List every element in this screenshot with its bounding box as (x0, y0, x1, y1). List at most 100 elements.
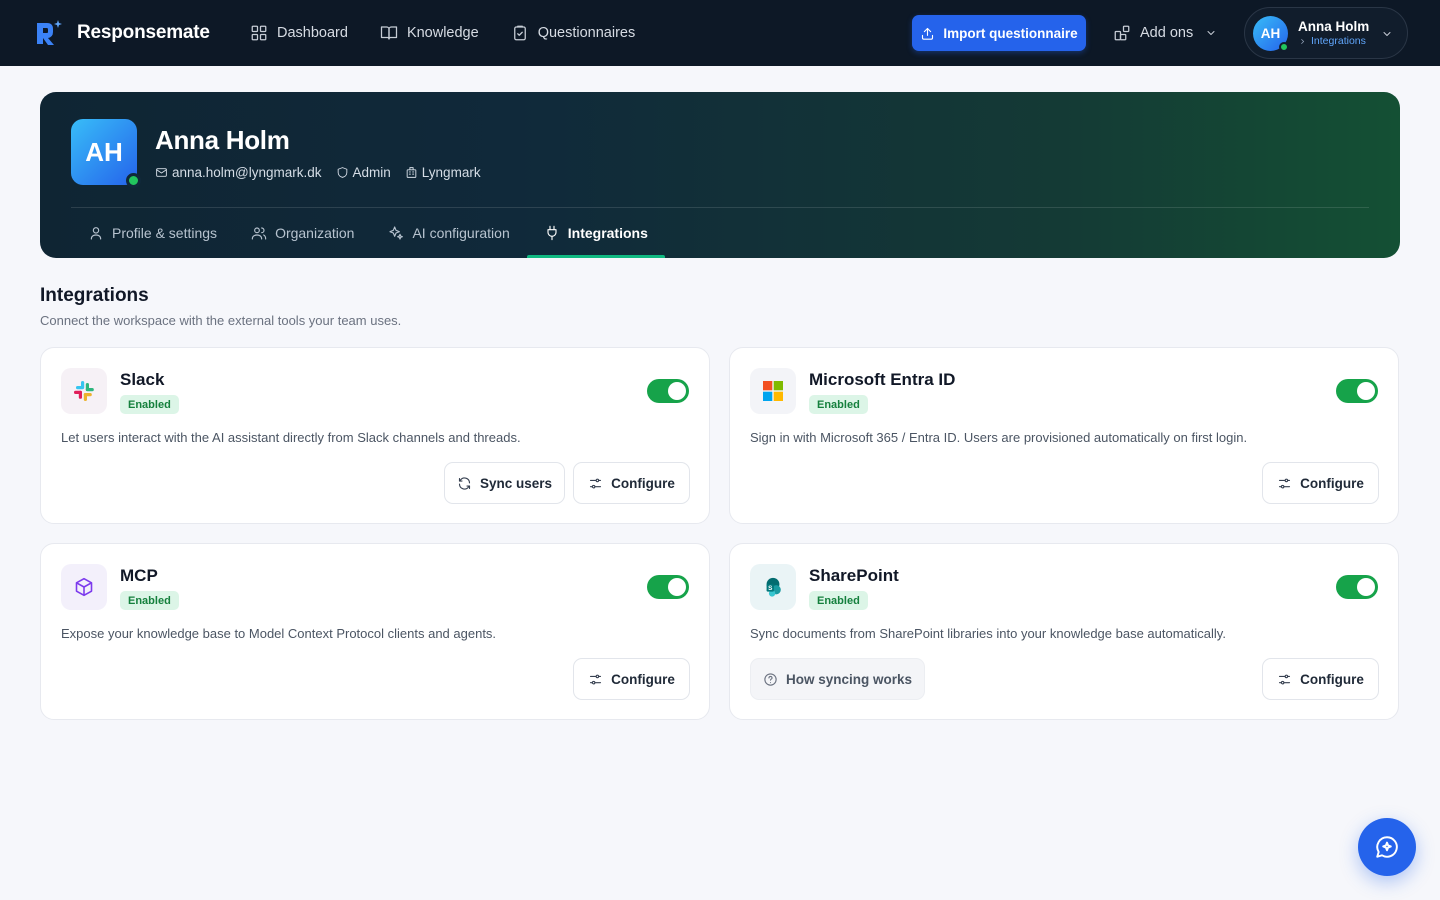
slack-icon (74, 381, 94, 401)
avatar-initials: AH (1260, 25, 1281, 41)
configure-button[interactable]: Configure (1262, 462, 1379, 504)
grid-icon (251, 25, 267, 41)
plug-icon (547, 225, 557, 241)
app-name: Responsemate (77, 22, 210, 43)
tab-integrations[interactable]: Integrations (526, 208, 666, 258)
integration-name: SharePoint (809, 566, 899, 585)
integration-name: Slack (120, 370, 165, 389)
user-meta: Anna Holm Integrations (1298, 19, 1369, 48)
mail-icon (156, 168, 167, 177)
nav-questionnaires[interactable]: Questionnaires (511, 24, 636, 42)
user-icon (90, 227, 102, 240)
button-label: Configure (1300, 475, 1364, 491)
toggle-knob (1357, 382, 1375, 400)
tab-organization[interactable]: Organization (234, 208, 371, 258)
online-status-dot (126, 173, 141, 188)
import-questionnaire-button[interactable]: Import questionnaire (912, 15, 1086, 51)
button-label: Sync users (479, 475, 553, 491)
top-navigation-bar: Responsemate Dashboard Knowledge Questio… (0, 0, 1440, 66)
status-badge: Enabled (120, 591, 179, 610)
user-breadcrumb: Integrations (1298, 35, 1369, 48)
upload-icon (922, 27, 934, 40)
tab-label: Profile & settings (112, 225, 218, 241)
profile-header: AH Anna Holm anna.holm@lyngmark.dk Admin… (40, 92, 1400, 258)
users-icon (251, 227, 267, 240)
integration-card-sharepoint: S SharePoint Enabled Sync documents from… (729, 543, 1399, 720)
ai-chat-button[interactable] (1358, 818, 1416, 876)
toggle-knob (668, 382, 686, 400)
how-syncing-works-button[interactable]: How syncing works (750, 658, 925, 700)
integration-description: Sync documents from SharePoint libraries… (750, 626, 1226, 641)
org-text: Lyngmark (421, 165, 481, 180)
user-menu[interactable]: AH Anna Holm Integrations (1244, 7, 1408, 59)
microsoft-logo-icon (750, 368, 796, 414)
tab-profile-settings[interactable]: Profile & settings (71, 208, 234, 258)
configure-button[interactable]: Configure (1262, 658, 1379, 700)
sharepoint-enable-toggle[interactable] (1336, 575, 1378, 599)
email-text: anna.holm@lyngmark.dk (172, 165, 322, 180)
tab-label: Organization (275, 225, 355, 241)
sharepoint-icon: S (766, 577, 781, 597)
entra-enable-toggle[interactable] (1336, 379, 1378, 403)
page-subtitle: Connect the workspace with the external … (40, 313, 402, 328)
mcp-logo-icon (61, 564, 107, 610)
integration-name: MCP (120, 566, 158, 585)
button-label: How syncing works (785, 671, 913, 687)
shield-icon (337, 167, 347, 178)
nav-knowledge[interactable]: Knowledge (380, 24, 479, 42)
status-badge: Enabled (809, 395, 868, 414)
nav-dashboard[interactable]: Dashboard (250, 24, 348, 42)
nav-label: Knowledge (406, 25, 479, 41)
cube-icon (75, 577, 93, 597)
import-label: Import questionnaire (943, 25, 1078, 41)
chevron-down-icon (1383, 32, 1391, 36)
toggle-knob (1357, 578, 1375, 596)
sliders-icon (1279, 674, 1291, 684)
nav-label: Questionnaires (537, 25, 636, 41)
clipboard-icon (513, 25, 526, 41)
add-ons-menu[interactable]: Add ons (1113, 0, 1217, 66)
responsemate-logo-icon (37, 20, 62, 45)
toggle-knob (668, 578, 686, 596)
configure-button[interactable]: Configure (573, 658, 690, 700)
profile-avatar: AH (71, 119, 141, 188)
breadcrumb-label: Integrations (1311, 34, 1366, 47)
user-name: Anna Holm (1298, 18, 1370, 34)
sync-users-button[interactable]: Sync users (444, 462, 565, 504)
chevron-down-icon (1207, 31, 1215, 35)
integration-description: Let users interact with the AI assistant… (61, 430, 521, 445)
sliders-icon (1279, 478, 1291, 488)
puzzle-grid-icon (1114, 25, 1130, 41)
brand[interactable]: Responsemate (33, 17, 210, 49)
avatar: AH (1253, 15, 1289, 52)
button-label: Configure (611, 475, 675, 491)
refresh-icon (458, 476, 471, 490)
slack-enable-toggle[interactable] (647, 379, 689, 403)
button-label: Configure (611, 671, 675, 687)
sharepoint-logo-icon: S (750, 564, 796, 610)
sliders-icon (590, 674, 602, 684)
profile-name: Anna Holm (155, 125, 290, 155)
help-circle-icon (764, 672, 777, 686)
building-icon (406, 167, 417, 178)
tab-label: Integrations (567, 225, 648, 241)
profile-meta: anna.holm@lyngmark.dk Admin Lyngmark (155, 165, 495, 180)
tab-ai-configuration[interactable]: AI configuration (371, 208, 526, 258)
configure-button[interactable]: Configure (573, 462, 690, 504)
button-label: Configure (1300, 671, 1364, 687)
integration-card-mcp: MCP Enabled Expose your knowledge base t… (40, 543, 710, 720)
profile-initials: AH (85, 136, 123, 167)
integration-card-microsoft-entra-id: Microsoft Entra ID Enabled Sign in with … (729, 347, 1399, 524)
status-badge: Enabled (809, 591, 868, 610)
sliders-icon (590, 478, 602, 488)
book-icon (380, 26, 398, 40)
sparkles-icon (389, 226, 404, 240)
mcp-enable-toggle[interactable] (647, 575, 689, 599)
page-title: Integrations (40, 285, 149, 306)
nav-label: Dashboard (277, 25, 348, 41)
integration-description: Expose your knowledge base to Model Cont… (61, 626, 497, 641)
status-badge: Enabled (120, 395, 179, 414)
chevron-right-icon (1301, 38, 1305, 44)
microsoft-icon (763, 381, 783, 401)
profile-role: Admin (336, 165, 391, 180)
